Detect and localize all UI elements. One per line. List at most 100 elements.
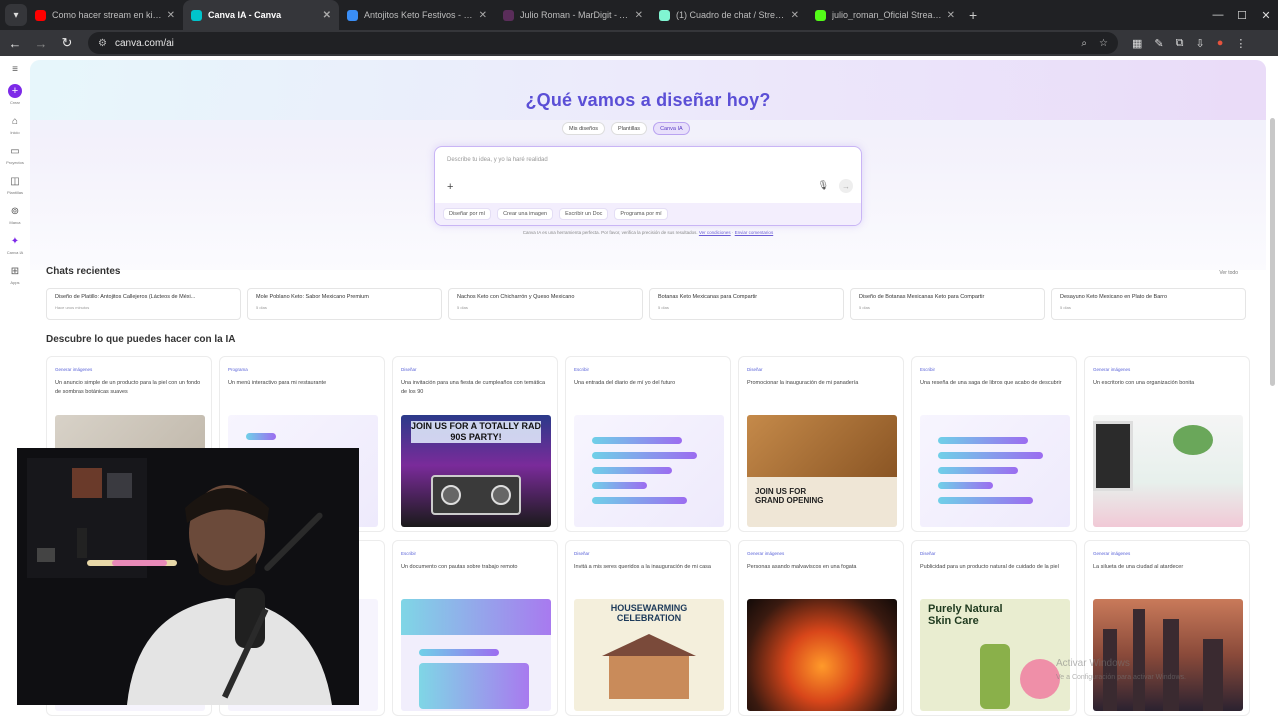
card-description: Un documento con pautas sobre trabajo re… xyxy=(401,564,518,570)
discover-card[interactable]: Diseñar Publicidad para un producto natur… xyxy=(911,540,1077,716)
see-all-link[interactable]: Ver todo xyxy=(1219,270,1238,276)
browser-tab[interactable]: (1) Cuadro de chat / Streamlabs ✕ xyxy=(651,0,807,30)
tab-close-icon[interactable]: ✕ xyxy=(479,10,487,21)
site-info-icon[interactable]: ⚙ xyxy=(98,38,107,49)
prompt-chip[interactable]: Escribir un Doc xyxy=(559,208,609,220)
address-bar[interactable]: ⚙ canva.com/ai ⌕ ☆ xyxy=(88,32,1118,54)
disclaimer: Canva IA es una herramienta perfecta. Po… xyxy=(522,230,774,235)
plus-icon: + xyxy=(7,84,22,98)
tab-close-icon[interactable]: ✕ xyxy=(323,10,331,21)
card-category: Diseñar xyxy=(401,367,417,372)
hero-section: ¿Qué vamos a diseñar hoy? Mis diseños Pla… xyxy=(30,60,1266,270)
tab-title: (1) Cuadro de chat / Streamlabs xyxy=(676,10,787,20)
browser-toolbar: ← → ↻ ⚙ canva.com/ai ⌕ ☆ ▦ ✎ ⧉ ⇩ ● ⋮ xyxy=(0,30,1278,56)
forward-icon[interactable]: → xyxy=(30,36,52,51)
page-scrollbar[interactable] xyxy=(1270,118,1275,386)
menu-dots-icon[interactable]: ⋮ xyxy=(1235,37,1246,50)
tab-close-icon[interactable]: ✕ xyxy=(947,10,955,21)
prompt-chip[interactable]: Programa por mí xyxy=(614,208,668,220)
reload-icon[interactable]: ↻ xyxy=(56,35,78,51)
thumb-text: HOUSEWARMING CELEBRATION xyxy=(610,603,688,623)
extension-icon[interactable]: ▦ xyxy=(1132,37,1142,50)
recent-chat-card[interactable]: Mole Poblano Keto: Sabor Mexicano Premiu… xyxy=(247,288,442,320)
brand-icon: ⊚ xyxy=(10,206,20,217)
sidebar-item-crear[interactable]: + Crear xyxy=(6,84,24,105)
card-description: Promocionar la inauguración de mi panade… xyxy=(747,380,859,386)
minimize-icon[interactable]: — xyxy=(1206,9,1230,21)
send-icon[interactable]: → xyxy=(839,179,853,193)
recent-chat-card[interactable]: Diseño de Botanas Mexicanas Keto para Co… xyxy=(850,288,1045,320)
recent-chat-card[interactable]: Diseño de Platillo: Antojitos Callejeros… xyxy=(46,288,241,320)
puzzle-icon[interactable]: ⧉ xyxy=(1176,37,1184,50)
ai-prompt-box[interactable]: Describe tu idea, y yo la haré realidad … xyxy=(434,146,862,226)
card-category: Programa xyxy=(228,367,248,372)
downloads-icon[interactable]: ⇩ xyxy=(1195,37,1204,50)
discover-card[interactable]: Generar imágenes Un escritorio con una or… xyxy=(1084,356,1250,532)
mode-tab[interactable]: Plantillas xyxy=(611,122,648,135)
sidebar-item-label: Crear xyxy=(9,100,20,105)
card-category: Generar imágenes xyxy=(55,367,93,372)
sidebar-item-canva-ia[interactable]: ✦ Canva IA xyxy=(6,236,24,255)
discover-card[interactable]: Diseñar Una invitación para una fiesta de… xyxy=(392,356,558,532)
add-attachment-icon[interactable]: + xyxy=(447,181,453,193)
sidebar-item-label: Inicio xyxy=(10,130,20,135)
sidebar-item-label: Apps xyxy=(10,280,20,285)
back-icon[interactable]: ← xyxy=(4,36,26,51)
chat-title: Mole Poblano Keto: Sabor Mexicano Premiu… xyxy=(256,294,369,300)
chat-title: Desayuno Keto Mexicano en Plato de Barro xyxy=(1060,294,1168,300)
hamburger-menu-icon[interactable]: ≡ xyxy=(12,64,18,76)
card-category: Generar imágenes xyxy=(747,551,785,556)
discover-card[interactable]: Diseñar Promocionar la inauguración de mi… xyxy=(738,356,904,532)
recent-chat-card[interactable]: Desayuno Keto Mexicano en Plato de Barro… xyxy=(1051,288,1246,320)
sidebar-item-apps[interactable]: ⊞ Apps xyxy=(6,266,24,285)
discover-card[interactable]: Diseñar Invitá a mis seres queridos a la … xyxy=(565,540,731,716)
sidebar-item-marca[interactable]: ⊚ Marca xyxy=(6,206,24,225)
sidebar-item-plantillas[interactable]: ◫ Plantillas xyxy=(6,176,24,195)
mode-tab[interactable]: Mis diseños xyxy=(562,122,606,135)
tab-title: julio_roman_Oficial Stream - W xyxy=(832,10,943,20)
browser-tab[interactable]: Antojitos Keto Festivos - 1800 ✕ xyxy=(339,0,495,30)
prompt-chip[interactable]: Diseñar por mí xyxy=(443,208,492,220)
discover-card[interactable]: Generar imágenes La silueta de una ciudad… xyxy=(1084,540,1250,716)
browser-tab-bar: ▾ Como hacer stream en kick 20 ✕ Canva IA … xyxy=(0,0,1278,30)
microphone-icon[interactable]: 🎙 xyxy=(818,180,829,191)
home-icon: ⌂ xyxy=(11,116,19,127)
sidebar-item-inicio[interactable]: ⌂ Inicio xyxy=(6,116,24,135)
new-tab-button[interactable]: + xyxy=(969,7,977,23)
browser-tab[interactable]: julio_roman_Oficial Stream - W ✕ xyxy=(807,0,963,30)
discover-card[interactable]: Escribir Una reseña de una saga de libros… xyxy=(911,356,1077,532)
card-category: Escribir xyxy=(401,551,417,556)
tab-favicon-icon xyxy=(659,9,670,21)
tab-close-icon[interactable]: ✕ xyxy=(791,10,799,21)
sidebar-item-proyectos[interactable]: ▭ Proyectos xyxy=(6,146,24,165)
bookmark-star-icon[interactable]: ☆ xyxy=(1099,38,1108,49)
webcam-scene xyxy=(17,448,359,705)
profile-icon[interactable]: ● xyxy=(1217,37,1224,50)
prompt-chip[interactable]: Crear una imagen xyxy=(497,208,554,220)
discover-card[interactable]: Escribir Un documento con pautas sobre tr… xyxy=(392,540,558,716)
feedback-link[interactable]: Enviar comentarios xyxy=(735,230,774,235)
card-description: La silueta de una ciudad al atardecer xyxy=(1093,564,1184,570)
mode-tab[interactable]: Canva IA xyxy=(653,122,690,135)
zoom-icon[interactable]: ⌕ xyxy=(1081,38,1087,49)
tab-close-icon[interactable]: ✕ xyxy=(635,10,643,21)
pen-icon[interactable]: ✎ xyxy=(1154,37,1163,50)
terms-link[interactable]: Ver condiciones xyxy=(699,230,731,235)
browser-tab[interactable]: Canva IA - Canva ✕ xyxy=(183,0,339,30)
card-category: Diseñar xyxy=(920,551,936,556)
maximize-icon[interactable]: ☐ xyxy=(1230,9,1254,22)
card-category: Diseñar xyxy=(747,367,763,372)
tab-search-button[interactable]: ▾ xyxy=(5,4,27,26)
tab-close-icon[interactable]: ✕ xyxy=(167,10,175,21)
discover-card[interactable]: Escribir Una entrada del diario de mí yo … xyxy=(565,356,731,532)
chat-title: Diseño de Botanas Mexicanas Keto para Co… xyxy=(859,294,985,300)
mode-switcher: Mis diseños Plantillas Canva IA xyxy=(562,122,690,135)
recent-chat-card[interactable]: Nachos Keto con Chicharrón y Queso Mexic… xyxy=(448,288,643,320)
prompt-input[interactable]: Describe tu idea, y yo la haré realidad xyxy=(447,157,548,163)
recent-chat-card[interactable]: Botanas Keto Mexicanas para Compartir 5 d… xyxy=(649,288,844,320)
discover-card[interactable]: Generar imágenes Personas asando malvavis… xyxy=(738,540,904,716)
chat-time: 5 días xyxy=(1060,305,1071,310)
browser-tab[interactable]: Julio Roman - MarDigit - Análi ✕ xyxy=(495,0,651,30)
browser-tab[interactable]: Como hacer stream en kick 20 ✕ xyxy=(27,0,183,30)
close-window-icon[interactable]: ✕ xyxy=(1254,9,1278,22)
